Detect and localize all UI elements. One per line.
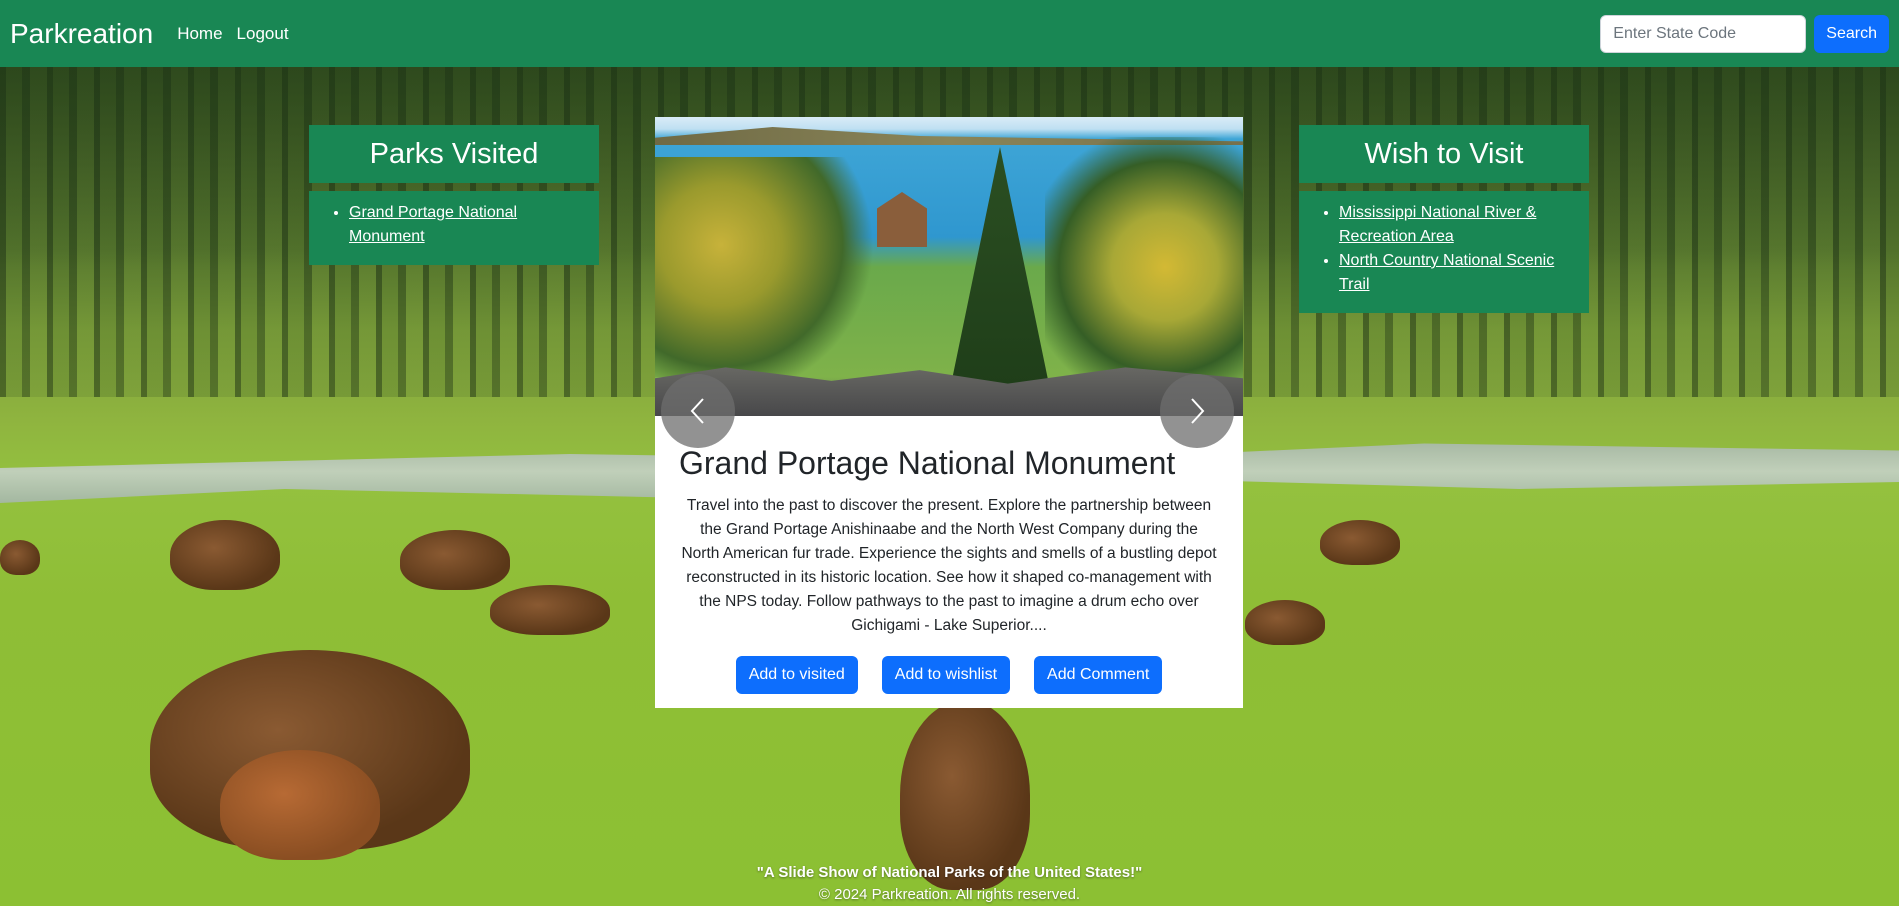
park-carousel-card: Grand Portage National Monument Travel i…	[655, 117, 1243, 708]
card-actions: Add to visited Add to wishlist Add Comme…	[655, 656, 1243, 694]
wishlist-park-link[interactable]: Mississippi National River & Recreation …	[1339, 204, 1536, 245]
list-item: Mississippi National River & Recreation …	[1339, 201, 1577, 249]
add-comment-button[interactable]: Add Comment	[1034, 656, 1163, 694]
list-item: North Country National Scenic Trail	[1339, 249, 1577, 297]
background-bison	[170, 520, 280, 590]
parks-visited-list: Grand Portage National Monument	[321, 201, 587, 249]
nav-home-link[interactable]: Home	[177, 24, 222, 44]
background-bison	[0, 540, 40, 575]
page: Parkreation Home Logout Search Parks Vis…	[0, 0, 1899, 906]
background-bison	[490, 585, 610, 635]
nav-logout-link[interactable]: Logout	[237, 24, 289, 44]
photo-tree-center	[950, 147, 1050, 387]
wish-to-visit-list: Mississippi National River & Recreation …	[1311, 201, 1577, 297]
search-button[interactable]: Search	[1814, 14, 1889, 53]
list-item: Grand Portage National Monument	[349, 201, 587, 249]
background-bison	[1245, 600, 1325, 645]
photo-trees-left	[655, 157, 875, 377]
footer-copyright: © 2024 Parkreation. All rights reserved.	[818, 886, 1081, 903]
add-to-wishlist-button[interactable]: Add to wishlist	[881, 656, 1011, 694]
parks-visited-list-container: Grand Portage National Monument	[309, 191, 599, 265]
background-bison	[220, 750, 380, 860]
carousel-prev-button[interactable]	[661, 374, 735, 448]
park-description: Travel into the past to discover the pre…	[681, 497, 1217, 634]
photo-lodge	[877, 192, 927, 247]
brand-logo[interactable]: Parkreation	[10, 18, 153, 50]
visited-park-link[interactable]: Grand Portage National Monument	[349, 204, 517, 245]
carousel-next-button[interactable]	[1160, 374, 1234, 448]
search-form: Search	[1600, 14, 1889, 53]
add-to-visited-button[interactable]: Add to visited	[735, 656, 858, 694]
wish-to-visit-panel: Wish to Visit Mississippi National River…	[1299, 125, 1589, 313]
state-code-search-input[interactable]	[1600, 14, 1807, 53]
chevron-right-icon	[1191, 398, 1205, 424]
chevron-left-icon	[690, 398, 704, 424]
photo-rocks	[655, 367, 1243, 416]
wish-to-visit-title: Wish to Visit	[1299, 125, 1589, 183]
parks-visited-title: Parks Visited	[309, 125, 599, 183]
park-title: Grand Portage National Monument	[679, 445, 1176, 481]
wishlist-park-link[interactable]: North Country National Scenic Trail	[1339, 252, 1554, 293]
footer: "A Slide Show of National Parks of the U…	[0, 862, 1899, 906]
photo-trees-right	[1045, 137, 1243, 397]
footer-tagline: "A Slide Show of National Parks of the U…	[756, 864, 1143, 881]
navbar: Parkreation Home Logout Search	[0, 0, 1899, 67]
park-photo	[655, 117, 1243, 416]
parks-visited-panel: Parks Visited Grand Portage National Mon…	[309, 125, 599, 265]
wish-to-visit-list-container: Mississippi National River & Recreation …	[1299, 191, 1589, 313]
background-bison	[400, 530, 510, 590]
background-bison	[1320, 520, 1400, 565]
